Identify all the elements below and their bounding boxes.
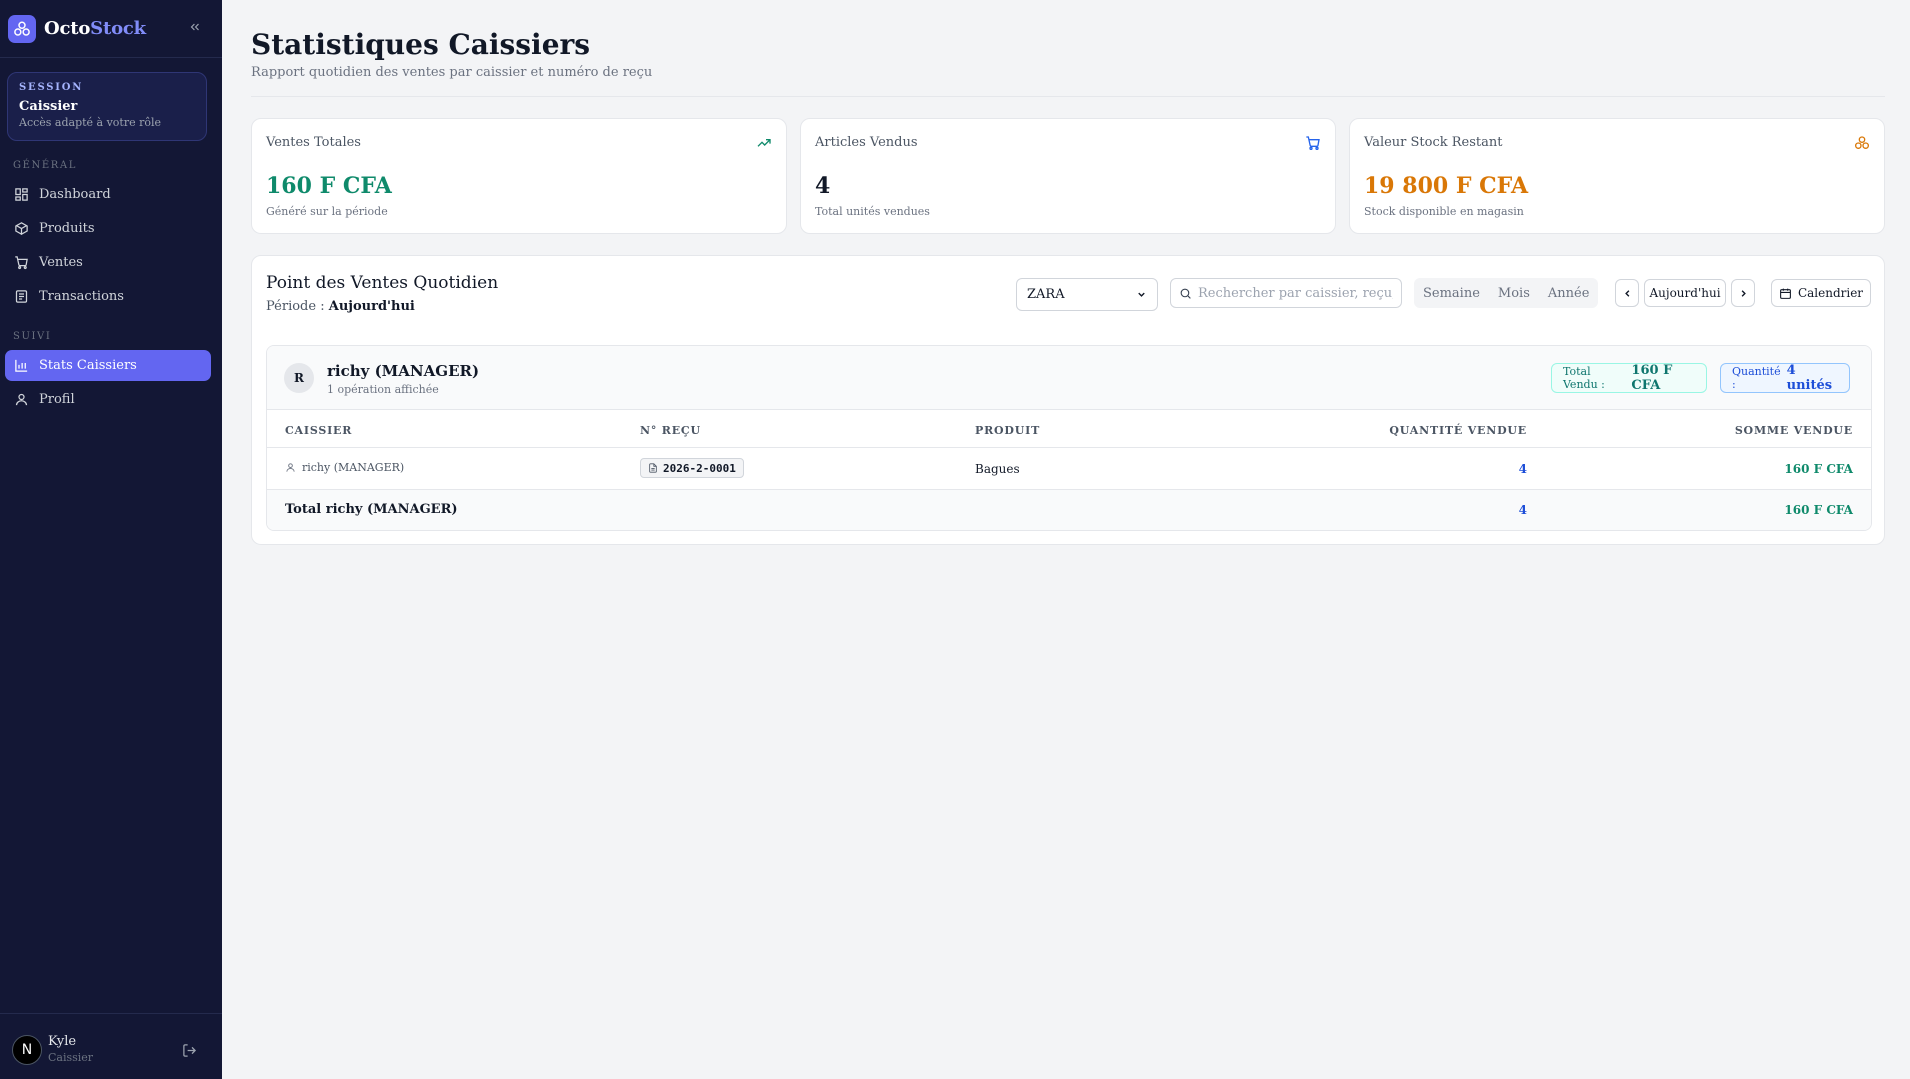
total-row-quantity: 4 [1518,503,1527,517]
sidebar-item-profil[interactable]: Profil [5,384,211,415]
session-label: SESSION [19,82,84,93]
sidebar-item-transactions[interactable]: Transactions [5,281,211,312]
column-header-quantite: QUANTITÉ VENDUE [1389,424,1527,437]
panel-title: Point des Ventes Quotidien [266,273,499,293]
cashier-avatar: R [284,363,314,393]
sidebar-item-label: Dashboard [39,187,111,202]
panel-period: Période : Aujourd'hui [266,299,415,314]
chevron-right-icon [1741,289,1746,297]
stat-card-desc: Généré sur la période [266,205,388,218]
sidebar: OctoStock SESSION Caissier Accès adapté … [0,0,222,1079]
cashier-name: richy (MANAGER) [327,362,480,380]
stat-card-label: Articles Vendus [815,135,918,150]
page-subtitle: Rapport quotidien des ventes par caissie… [251,65,653,80]
sidebar-item-stats-caissiers[interactable]: Stats Caissiers [5,350,211,381]
avatar[interactable]: N [12,1035,42,1065]
stat-card-valeur-stock: Valeur Stock Restant 19 800 F CFA Stock … [1349,118,1885,234]
stat-card-label: Ventes Totales [266,135,361,150]
cell-product: Bagues [975,462,1020,476]
sidebar-item-ventes[interactable]: Ventes [5,247,211,278]
trending-up-icon [757,139,771,147]
column-header-produit: PRODUIT [975,424,1041,437]
sidebar-item-label: Profil [39,392,75,407]
calendar-icon [1780,288,1791,299]
session-role: Caissier [19,99,78,114]
search-icon [1180,288,1191,299]
tab-semaine[interactable]: Semaine [1414,286,1489,301]
period-segment: Semaine Mois Année [1414,278,1598,308]
cell-cashier: richy (MANAGER) [285,461,404,474]
user-area: N Kyle Caissier [0,1013,222,1079]
search-input[interactable] [1198,285,1393,301]
quantity-badge: Quantité :4 unités [1720,363,1850,393]
page-title: Statistiques Caissiers [251,28,591,61]
sidebar-item-label: Stats Caissiers [39,358,137,373]
stat-card-value: 4 [815,173,831,199]
cell-receipt: 2026-2-0001 [640,458,744,478]
next-button[interactable] [1731,279,1755,307]
total-row-label: Total richy (MANAGER) [285,502,458,517]
cell-quantity: 4 [1518,462,1527,476]
section-suivi-label: SUIVI [13,331,52,342]
bar-chart-icon [15,359,28,372]
collapse-sidebar-icon[interactable] [186,18,204,36]
cashier-group-header: R richy (MANAGER) 1 opération affichée T… [267,346,1871,410]
user-role: Caissier [48,1051,94,1064]
user-icon [286,463,295,472]
sidebar-item-label: Transactions [39,289,124,304]
session-card: SESSION Caissier Accès adapté à votre rô… [7,72,207,141]
cell-amount: 160 F CFA [1784,462,1853,476]
total-sold-badge: Total Vendu :160 F CFA [1551,363,1707,393]
chevron-left-icon [1624,289,1629,297]
cart-icon [15,256,28,270]
cashier-operations-count: 1 opération affichée [327,383,439,396]
stat-card-label: Valeur Stock Restant [1364,135,1503,150]
stat-card-ventes-totales: Ventes Totales 160 F CFA Généré sur la p… [251,118,787,234]
column-header-somme: SOMME VENDUE [1734,424,1853,437]
prev-button[interactable] [1615,279,1639,307]
box-icon [15,222,28,235]
total-row: Total richy (MANAGER) 4 160 F CFA [267,490,1871,530]
logout-icon[interactable] [182,1043,198,1059]
stat-card-value: 19 800 F CFA [1364,173,1529,199]
cart-icon [1306,136,1320,150]
cashier-group: R richy (MANAGER) 1 opération affichée T… [266,345,1872,531]
receipt-icon [15,290,28,303]
sidebar-item-label: Ventes [39,255,83,270]
sidebar-item-produits[interactable]: Produits [5,213,211,244]
stock-icon [1855,136,1869,149]
chevron-down-icon [1138,292,1145,297]
divider [267,447,1871,448]
total-row-amount: 160 F CFA [1784,503,1853,517]
octopus-logo-icon [8,14,36,43]
store-select[interactable]: ZARA [1016,278,1158,311]
brand-name: OctoStock [44,18,146,39]
calendar-button[interactable]: Calendrier [1771,279,1871,307]
search-box[interactable] [1170,278,1402,308]
tab-annee[interactable]: Année [1539,286,1599,301]
user-name: Kyle [48,1034,77,1049]
stat-card-desc: Total unités vendues [815,205,930,218]
tab-mois[interactable]: Mois [1489,286,1539,301]
section-general-label: GÉNÉRAL [13,160,77,171]
daily-sales-panel: Point des Ventes Quotidien Période : Auj… [251,255,1885,545]
file-icon [649,463,657,473]
column-header-caissier: CAISSIER [285,424,353,437]
sidebar-item-dashboard[interactable]: Dashboard [5,179,211,210]
stat-card-value: 160 F CFA [266,173,392,199]
user-icon [15,393,28,406]
stat-card-articles-vendus: Articles Vendus 4 Total unités vendues [800,118,1336,234]
divider [251,96,1885,97]
today-button[interactable]: Aujourd'hui [1644,279,1726,307]
column-header-recu: N° REÇU [640,424,701,437]
sidebar-item-label: Produits [39,221,95,236]
dashboard-icon [15,188,28,201]
stat-card-desc: Stock disponible en magasin [1364,205,1524,218]
session-desc: Accès adapté à votre rôle [19,116,162,129]
